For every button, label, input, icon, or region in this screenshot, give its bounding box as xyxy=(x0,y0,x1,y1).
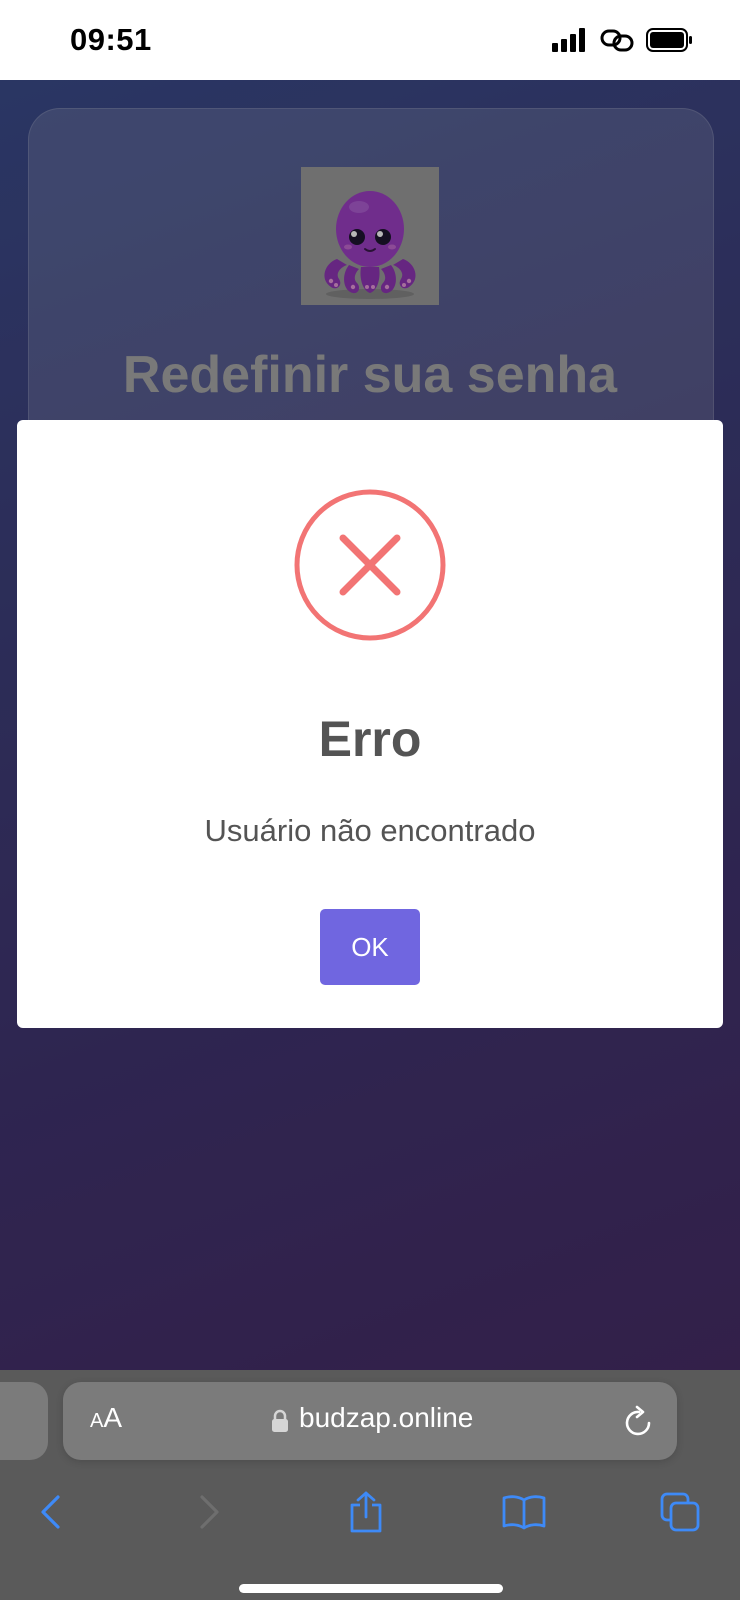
address-bar[interactable]: AA budzap.online xyxy=(63,1382,677,1460)
text-size-button[interactable]: AA xyxy=(90,1402,122,1434)
battery-icon xyxy=(646,27,694,57)
error-x-icon xyxy=(293,488,447,642)
signal-bars-icon xyxy=(552,27,588,57)
error-dialog: Erro Usuário não encontrado OK xyxy=(17,420,723,1028)
browser-nav-row xyxy=(0,1482,740,1542)
reload-icon[interactable] xyxy=(623,1404,655,1438)
ok-button[interactable]: OK xyxy=(320,909,420,985)
previous-tab-pill[interactable] xyxy=(0,1382,48,1460)
dialog-message: Usuário não encontrado xyxy=(204,813,536,848)
dialog-title: Erro xyxy=(318,711,422,767)
status-icons xyxy=(552,26,694,58)
lock-icon xyxy=(271,1409,289,1433)
url-text: budzap.online xyxy=(299,1402,474,1433)
share-icon[interactable] xyxy=(336,1482,396,1542)
tabs-icon[interactable] xyxy=(650,1482,710,1542)
link-icon xyxy=(600,28,634,57)
home-indicator[interactable] xyxy=(239,1584,503,1593)
back-icon[interactable] xyxy=(20,1482,80,1542)
bookmarks-icon[interactable] xyxy=(494,1482,554,1542)
status-bar: 09:51 xyxy=(0,0,740,80)
browser-toolbar: AA budzap.online xyxy=(0,1370,740,1600)
forward-icon[interactable] xyxy=(180,1482,240,1542)
status-time: 09:51 xyxy=(70,22,152,57)
